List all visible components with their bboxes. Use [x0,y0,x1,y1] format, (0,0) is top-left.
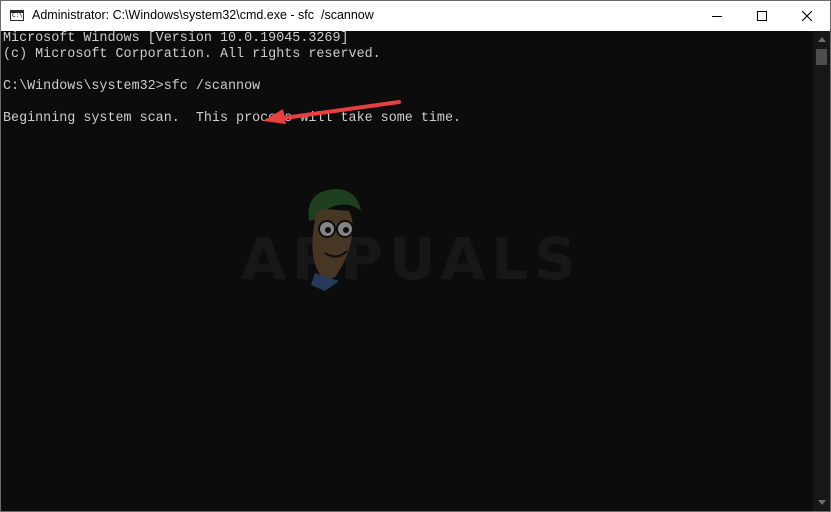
minimize-button[interactable] [694,1,740,31]
minimize-icon [712,16,722,17]
scroll-up-button[interactable] [813,31,830,48]
cmd-icon[interactable]: C:\ [10,10,24,21]
window-title: Administrator: C:\Windows\system32\cmd.e… [32,8,374,22]
console-line-copyright: (c) Microsoft Corporation. All rights re… [3,47,381,62]
close-button[interactable] [784,1,830,31]
annotation-arrow-icon [263,100,401,124]
title-bar[interactable]: C:\ Administrator: C:\Windows\system32\c… [1,1,830,31]
console-line-version: Microsoft Windows [Version 10.0.19045.32… [3,31,349,46]
mascot-logo-icon [308,189,361,291]
maximize-icon [757,11,767,21]
close-icon [802,11,812,21]
cmd-window: C:\ Administrator: C:\Windows\system32\c… [0,0,831,512]
cmd-icon-text: C:\ [12,12,23,19]
scroll-down-arrow-icon [817,500,826,505]
scroll-thumb[interactable] [816,49,827,65]
scroll-up-arrow-icon [817,37,826,42]
watermark-text: APPUALS [241,225,582,293]
console-line-command: C:\Windows\system32>sfc /scannow [3,79,261,94]
console-output[interactable]: Microsoft Windows [Version 10.0.19045.32… [1,31,813,511]
scroll-down-button[interactable] [813,494,830,511]
maximize-button[interactable] [739,1,785,31]
vertical-scrollbar[interactable] [813,31,830,511]
watermark: APPUALS [241,181,641,301]
